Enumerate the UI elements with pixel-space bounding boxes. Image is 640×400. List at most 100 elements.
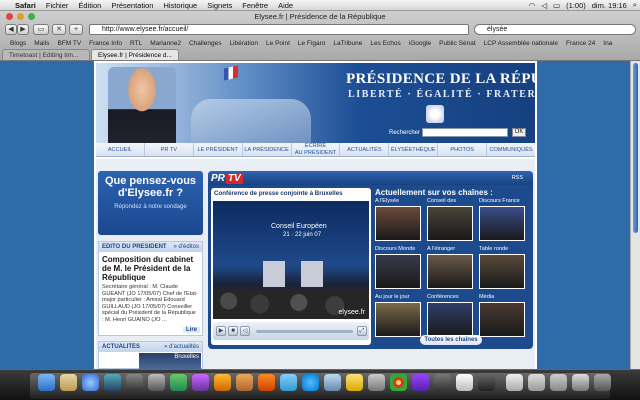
pages-icon[interactable] bbox=[236, 374, 253, 391]
play-button[interactable]: ▶ bbox=[216, 326, 226, 336]
clock[interactable]: dim. 19:16 bbox=[589, 1, 630, 10]
menu-edit[interactable]: Édition bbox=[73, 1, 106, 10]
battery-icon[interactable]: ▭ bbox=[550, 1, 563, 10]
app-icon-violet[interactable] bbox=[412, 374, 429, 391]
spotlight-icon[interactable]: ⌕ bbox=[630, 0, 640, 10]
stop-video-button[interactable]: ■ bbox=[228, 326, 238, 336]
stickies-icon[interactable] bbox=[346, 374, 363, 391]
channel-thumbnail[interactable] bbox=[427, 206, 473, 241]
downloads-stack-icon[interactable] bbox=[550, 374, 567, 391]
bookmark-item[interactable]: BFM TV bbox=[53, 40, 85, 47]
app-icon-dark[interactable] bbox=[434, 374, 451, 391]
app-icon-green[interactable] bbox=[170, 374, 187, 391]
help-icon[interactable] bbox=[478, 374, 495, 391]
bookmark-item[interactable]: France Info bbox=[85, 40, 126, 47]
document-icon[interactable] bbox=[506, 374, 523, 391]
bookmark-item[interactable]: Marianne2 bbox=[146, 40, 185, 47]
bookmark-item[interactable]: Ina bbox=[599, 40, 616, 47]
calculator-icon[interactable] bbox=[368, 374, 385, 391]
forward-button[interactable]: ▶ bbox=[17, 24, 29, 35]
all-channels-button[interactable]: Toutes les chaînes bbox=[420, 335, 482, 345]
progress-track[interactable] bbox=[256, 329, 353, 333]
bookmark-item[interactable]: Le Figaro bbox=[294, 40, 329, 47]
nav-prtv[interactable]: PR TV bbox=[145, 143, 194, 156]
nav-presidence[interactable]: LA PRÉSIDENCE bbox=[243, 143, 292, 156]
mail-icon[interactable] bbox=[324, 374, 341, 391]
scroll-thumb[interactable] bbox=[633, 63, 638, 233]
bookmark-item[interactable]: Le Point bbox=[262, 40, 294, 47]
back-button[interactable]: ◀ bbox=[5, 24, 17, 35]
document-icon[interactable] bbox=[528, 374, 545, 391]
bookmark-item[interactable]: LCP Assemblée nationale bbox=[480, 40, 562, 47]
wifi-icon[interactable]: ◠ bbox=[526, 1, 539, 10]
video-frame[interactable]: Conseil Européen 21 · 22 juin 07 elysee.… bbox=[213, 201, 369, 319]
itunes-icon[interactable] bbox=[104, 374, 121, 391]
bookmark-item[interactable]: Mails bbox=[30, 40, 53, 47]
channel-thumbnail[interactable] bbox=[427, 302, 473, 337]
channel-tile[interactable]: Conseil des bbox=[427, 198, 475, 243]
vertical-scrollbar[interactable] bbox=[630, 61, 640, 369]
volume-icon[interactable]: ◁ bbox=[538, 1, 550, 10]
survey-banner[interactable]: Que pensez-vous d'Elysee.fr ? Répondez à… bbox=[98, 171, 203, 235]
channel-tile[interactable]: Discours Monde bbox=[375, 246, 423, 291]
safari-icon[interactable] bbox=[82, 374, 99, 391]
channel-tile[interactable]: Média bbox=[479, 294, 527, 339]
nav-elyseetheque[interactable]: ÉLYSÉETHÈQUE bbox=[389, 143, 439, 156]
bookmark-item[interactable]: France 24 bbox=[562, 40, 599, 47]
tab-timetoast[interactable]: Timetoast | Editing tim... bbox=[2, 49, 90, 60]
search-field[interactable]: élysée bbox=[474, 24, 636, 35]
read-more-button[interactable]: Lire bbox=[182, 327, 200, 333]
channel-thumbnail[interactable] bbox=[479, 302, 525, 337]
fullscreen-button[interactable]: ⤢ bbox=[357, 326, 367, 336]
preview-icon[interactable] bbox=[280, 374, 297, 391]
channel-tile[interactable]: Conférences bbox=[427, 294, 475, 339]
share-icon[interactable]: ▭ bbox=[33, 24, 49, 35]
site-search-input[interactable] bbox=[422, 128, 508, 137]
channel-thumbnail[interactable] bbox=[375, 254, 421, 289]
add-bookmark-button[interactable]: + bbox=[69, 24, 83, 35]
bookmark-item[interactable]: Challenges bbox=[185, 40, 226, 47]
menu-view[interactable]: Présentation bbox=[106, 1, 158, 10]
nav-communiques[interactable]: COMMUNIQUÉS bbox=[487, 143, 535, 156]
menu-app[interactable]: Safari bbox=[10, 1, 41, 10]
address-field[interactable]: http://www.elysee.fr/accueil/ bbox=[89, 24, 469, 35]
bookmark-item[interactable]: iGoogle bbox=[405, 40, 435, 47]
stop-button[interactable]: ✕ bbox=[52, 24, 66, 35]
menu-file[interactable]: Fichier bbox=[41, 1, 74, 10]
app-icon-purple[interactable] bbox=[192, 374, 209, 391]
expose-icon[interactable] bbox=[148, 374, 165, 391]
rss-link[interactable]: RSS bbox=[512, 175, 523, 181]
bookmark-item[interactable]: Libération bbox=[225, 40, 262, 47]
channel-tile[interactable]: Table ronde bbox=[479, 246, 527, 291]
volume-button[interactable]: ◁ bbox=[240, 326, 250, 336]
bookmark-item[interactable]: Les Echos bbox=[366, 40, 404, 47]
menu-bookmarks[interactable]: Signets bbox=[202, 1, 237, 10]
bookmark-item[interactable]: Blogs bbox=[6, 40, 30, 47]
channel-thumbnail[interactable] bbox=[427, 254, 473, 289]
channel-thumbnail[interactable] bbox=[375, 206, 421, 241]
nav-accueil[interactable]: ACCUEIL bbox=[96, 143, 145, 156]
channel-thumbnail[interactable] bbox=[375, 302, 421, 337]
nav-photos[interactable]: PHOTOS bbox=[438, 143, 488, 156]
menu-help[interactable]: Aide bbox=[273, 1, 298, 10]
documents-stack-icon[interactable] bbox=[572, 374, 589, 391]
tab-elysee[interactable]: Elysee.fr | Présidence d... bbox=[91, 49, 179, 60]
bookmark-item[interactable]: Public Sénat bbox=[435, 40, 480, 47]
bookmark-item[interactable]: LaTribune bbox=[329, 40, 366, 47]
nav-president[interactable]: LE PRÉSIDENT bbox=[194, 143, 243, 156]
trash-icon[interactable] bbox=[594, 374, 611, 391]
site-search-button[interactable]: OK bbox=[512, 128, 526, 137]
news-thumbnail[interactable]: Bruxelles bbox=[139, 353, 201, 369]
more-editos-link[interactable]: » d'éditos bbox=[174, 242, 200, 252]
nav-ecrire[interactable]: ÉCRIRE AU PRÉSIDENT bbox=[292, 143, 341, 156]
system-preferences-icon[interactable] bbox=[126, 374, 143, 391]
edito-headline[interactable]: Composition du cabinet de M. le Présiden… bbox=[99, 252, 202, 284]
channel-thumbnail[interactable] bbox=[479, 206, 525, 241]
vlc-icon[interactable] bbox=[258, 374, 275, 391]
channel-tile[interactable]: Discours France bbox=[479, 198, 527, 243]
bookmark-item[interactable]: RTL bbox=[126, 40, 146, 47]
x11-icon[interactable] bbox=[456, 374, 473, 391]
nav-actualites[interactable]: ACTUALITÉS bbox=[340, 143, 390, 156]
finder-icon[interactable] bbox=[38, 374, 55, 391]
app-icon-orange[interactable] bbox=[214, 374, 231, 391]
